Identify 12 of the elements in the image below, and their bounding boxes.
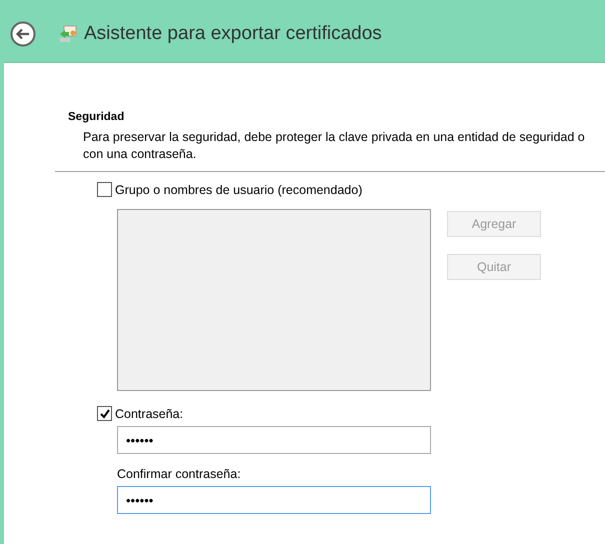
- field-label: Confirmar contraseña:: [117, 467, 242, 481]
- checkbox-label: Grupo o nombres de usuario (recomendado): [115, 182, 362, 196]
- back-icon[interactable]: [10, 21, 36, 47]
- checkbox-label: Contraseña:: [115, 406, 184, 420]
- checkbox[interactable]: [97, 182, 112, 197]
- password-field[interactable]: ••••••: [117, 486, 431, 514]
- certificate-icon: [58, 24, 78, 44]
- checkbox[interactable]: [97, 406, 112, 421]
- password-field[interactable]: ••••••: [117, 426, 431, 454]
- window-title: Asistente para exportar certificados: [84, 23, 382, 45]
- section-title: Seguridad: [68, 111, 126, 123]
- section-description: Para preservar la seguridad, debe proteger la clave privada en una entidad de seguridad o con una contraseña.: [83, 129, 586, 163]
